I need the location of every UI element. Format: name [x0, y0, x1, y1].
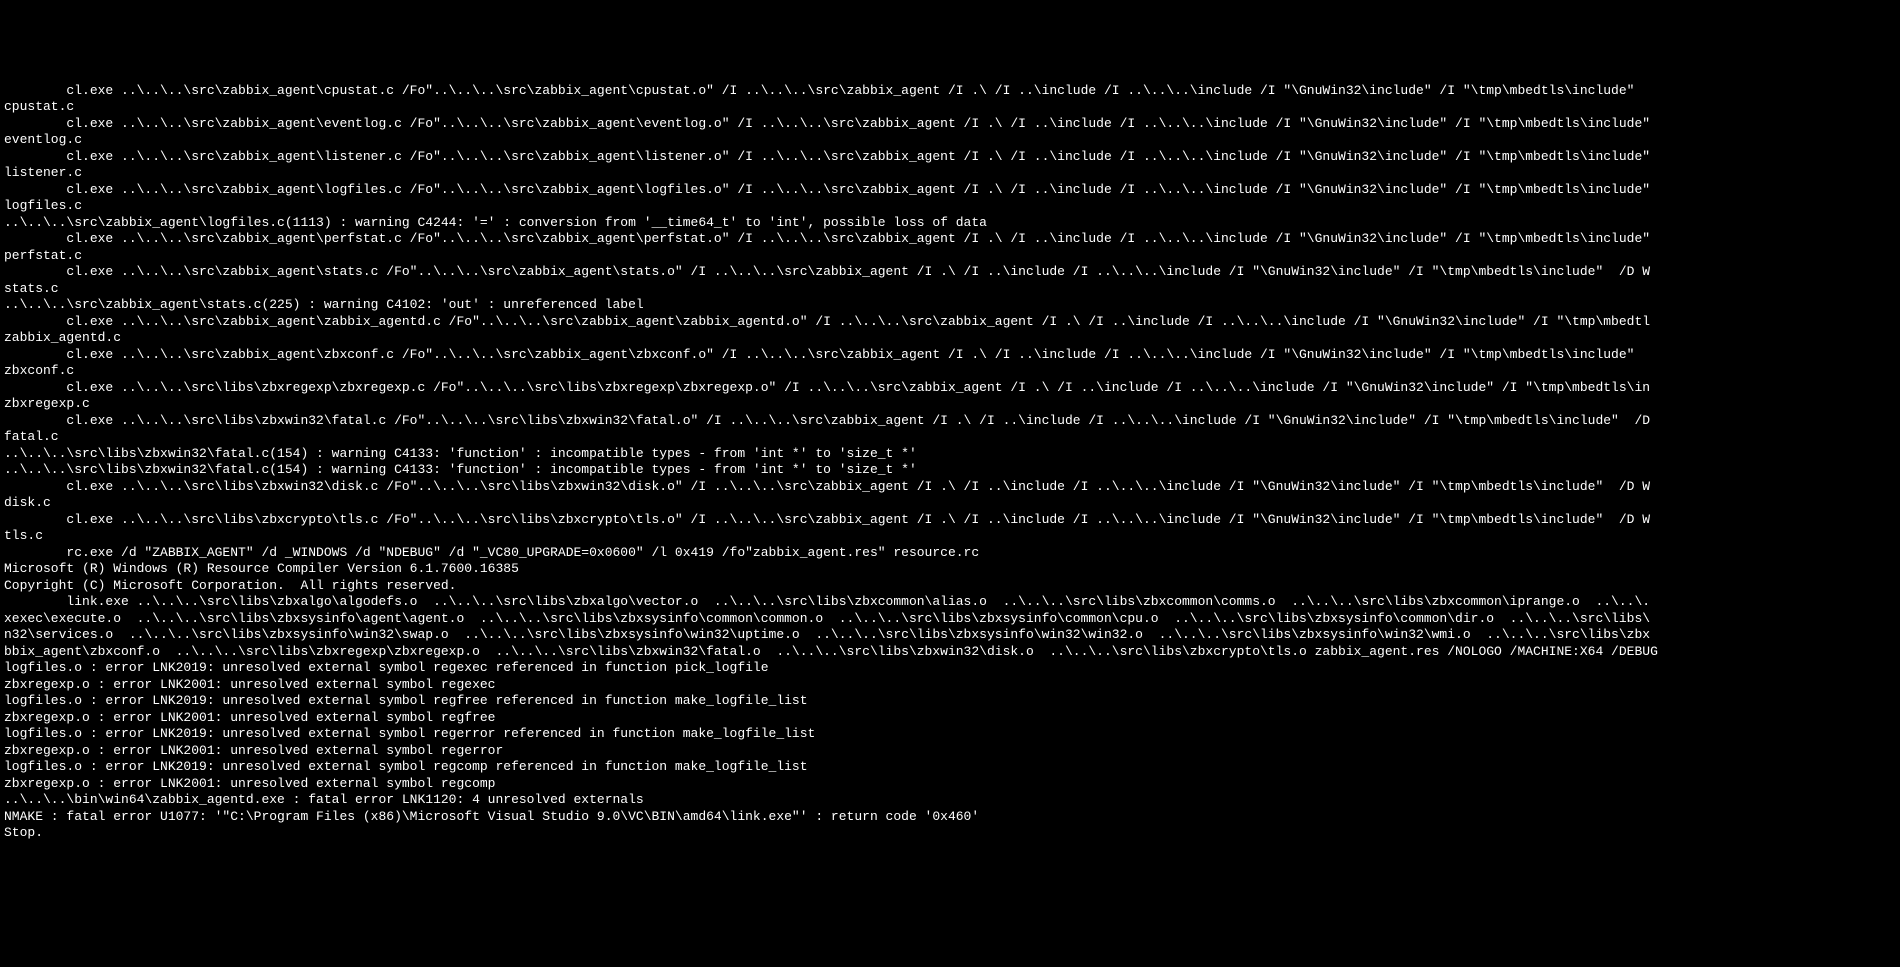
terminal-line: cl.exe ..\..\..\src\zabbix_agent\cpustat…: [4, 83, 1896, 100]
terminal-line: logfiles.o : error LNK2019: unresolved e…: [4, 759, 1896, 776]
terminal-line: cl.exe ..\..\..\src\zabbix_agent\logfile…: [4, 182, 1896, 199]
terminal-line: perfstat.c: [4, 248, 1896, 265]
terminal-line: cl.exe ..\..\..\src\libs\zbxregexp\zbxre…: [4, 380, 1896, 397]
terminal-line: cl.exe ..\..\..\src\zabbix_agent\perfsta…: [4, 231, 1896, 248]
terminal-line: cl.exe ..\..\..\src\zabbix_agent\eventlo…: [4, 116, 1896, 133]
terminal-line: ..\..\..\src\libs\zbxwin32\fatal.c(154) …: [4, 446, 1896, 463]
terminal-line: zbxregexp.o : error LNK2001: unresolved …: [4, 710, 1896, 727]
terminal-line: listener.c: [4, 165, 1896, 182]
terminal-line: Stop.: [4, 825, 1896, 842]
terminal-line: zbxconf.c: [4, 363, 1896, 380]
terminal-line: tls.c: [4, 528, 1896, 545]
terminal-line: cpustat.c: [4, 99, 1896, 116]
terminal-line: cl.exe ..\..\..\src\zabbix_agent\listene…: [4, 149, 1896, 166]
terminal-line: n32\services.o ..\..\..\src\libs\zbxsysi…: [4, 627, 1896, 644]
terminal-line: Copyright (C) Microsoft Corporation. All…: [4, 578, 1896, 595]
terminal-line: link.exe ..\..\..\src\libs\zbxalgo\algod…: [4, 594, 1896, 611]
terminal-line: zbxregexp.c: [4, 396, 1896, 413]
terminal-line: ..\..\..\src\zabbix_agent\stats.c(225) :…: [4, 297, 1896, 314]
terminal-line: zbxregexp.o : error LNK2001: unresolved …: [4, 677, 1896, 694]
terminal-line: logfiles.o : error LNK2019: unresolved e…: [4, 693, 1896, 710]
terminal-line: logfiles.o : error LNK2019: unresolved e…: [4, 660, 1896, 677]
terminal-line: cl.exe ..\..\..\src\libs\zbxwin32\fatal.…: [4, 413, 1896, 430]
terminal-line: NMAKE : fatal error U1077: '"C:\Program …: [4, 809, 1896, 826]
terminal-line: logfiles.o : error LNK2019: unresolved e…: [4, 726, 1896, 743]
terminal-line: fatal.c: [4, 429, 1896, 446]
terminal-line: logfiles.c: [4, 198, 1896, 215]
terminal-line: zbxregexp.o : error LNK2001: unresolved …: [4, 743, 1896, 760]
terminal-line: zbxregexp.o : error LNK2001: unresolved …: [4, 776, 1896, 793]
terminal-line: xexec\execute.o ..\..\..\src\libs\zbxsys…: [4, 611, 1896, 628]
terminal-line: zabbix_agentd.c: [4, 330, 1896, 347]
terminal-line: cl.exe ..\..\..\src\zabbix_agent\zabbix_…: [4, 314, 1896, 331]
terminal-line: rc.exe /d "ZABBIX_AGENT" /d _WINDOWS /d …: [4, 545, 1896, 562]
terminal-line: disk.c: [4, 495, 1896, 512]
terminal-line: ..\..\..\src\zabbix_agent\logfiles.c(111…: [4, 215, 1896, 232]
terminal-line: eventlog.c: [4, 132, 1896, 149]
terminal-line: Microsoft (R) Windows (R) Resource Compi…: [4, 561, 1896, 578]
terminal-line: ..\..\..\bin\win64\zabbix_agentd.exe : f…: [4, 792, 1896, 809]
terminal-line: bbix_agent\zbxconf.o ..\..\..\src\libs\z…: [4, 644, 1896, 661]
terminal-line: stats.c: [4, 281, 1896, 298]
terminal-line: cl.exe ..\..\..\src\libs\zbxcrypto\tls.c…: [4, 512, 1896, 529]
terminal-line: ..\..\..\src\libs\zbxwin32\fatal.c(154) …: [4, 462, 1896, 479]
terminal-line: cl.exe ..\..\..\src\zabbix_agent\stats.c…: [4, 264, 1896, 281]
terminal-line: cl.exe ..\..\..\src\libs\zbxwin32\disk.c…: [4, 479, 1896, 496]
terminal-line: cl.exe ..\..\..\src\zabbix_agent\zbxconf…: [4, 347, 1896, 364]
terminal-output[interactable]: cl.exe ..\..\..\src\zabbix_agent\cpustat…: [0, 83, 1900, 842]
